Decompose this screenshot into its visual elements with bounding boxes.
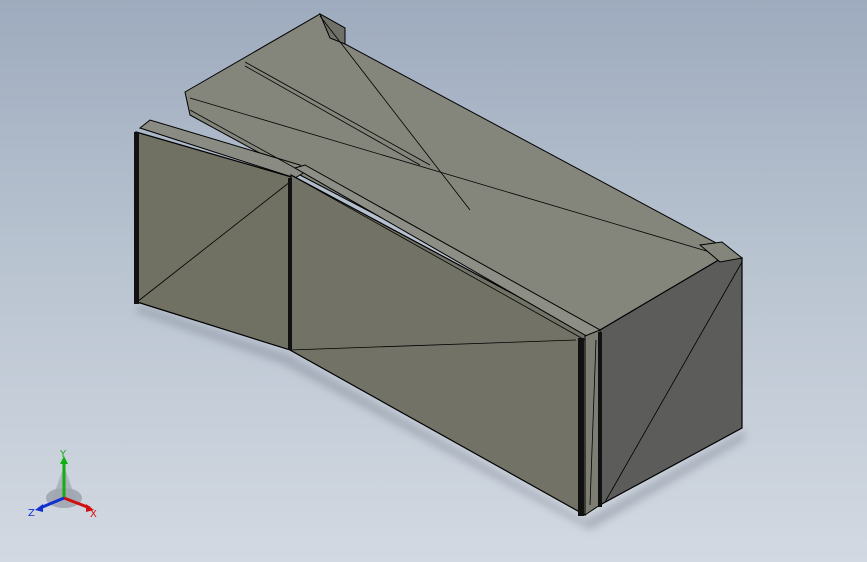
3d-part-model[interactable]	[0, 0, 867, 562]
y-axis-label: Y	[59, 449, 67, 460]
part-left-end-thick-edge	[134, 132, 139, 304]
part-right-thick-edge-b	[598, 332, 602, 507]
part-front-thick-edge	[288, 178, 292, 350]
part-right-thick-edge-a	[578, 338, 584, 516]
x-axis-label: X	[90, 509, 97, 520]
part-right-thin-panel	[584, 329, 601, 516]
z-axis-arrowhead	[35, 504, 43, 512]
orientation-triad: Y X Z	[28, 449, 97, 520]
graphics-viewport[interactable]: Y X Z	[0, 0, 867, 562]
z-axis-label: Z	[28, 508, 35, 519]
